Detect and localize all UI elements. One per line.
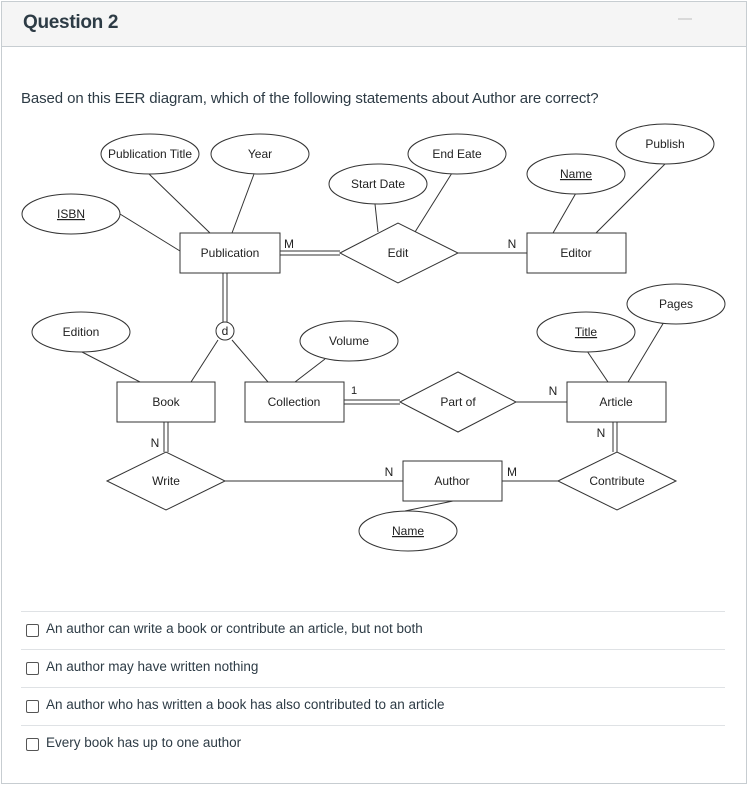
- card-collection-partof: 1: [351, 385, 357, 397]
- disjoint-label: d: [222, 324, 229, 338]
- entity-publication-label: Publication: [201, 246, 260, 260]
- answer-label[interactable]: Every book has up to one author: [46, 735, 241, 750]
- attr-start-date-label: Start Date: [351, 177, 405, 191]
- line-name-author: [404, 500, 454, 512]
- eer-diagram: Publication Title Year ISBN Start Date E…: [21, 123, 726, 552]
- line-title-article: [586, 350, 609, 383]
- card-author-contribute: M: [507, 465, 517, 479]
- answer-list: An author can write a book or contribute…: [21, 611, 725, 763]
- rel-contribute-label: Contribute: [589, 474, 645, 488]
- rel-edit-label: Edit: [388, 246, 409, 260]
- rel-write-label: Write: [152, 474, 180, 488]
- answer-option[interactable]: Every book has up to one author: [21, 725, 725, 763]
- line-year-publication: [231, 173, 255, 234]
- rel-part-of-label: Part of: [440, 395, 476, 409]
- card-partof-article: N: [549, 384, 558, 398]
- line-name-editor: [552, 192, 577, 234]
- entity-book-label: Book: [152, 395, 180, 409]
- line-edition-book: [81, 351, 141, 383]
- line-volume-collection: [294, 358, 326, 383]
- answer-label[interactable]: An author may have written nothing: [46, 659, 258, 674]
- card-write-author: N: [385, 465, 394, 479]
- answer-option[interactable]: An author who has written a book has als…: [21, 687, 725, 725]
- entity-collection-label: Collection: [268, 395, 321, 409]
- card-article-contribute: N: [597, 426, 606, 440]
- attr-volume-label: Volume: [329, 334, 369, 348]
- line-d-collection: [231, 339, 269, 383]
- card-book-write: N: [151, 436, 160, 450]
- entity-editor-label: Editor: [560, 246, 591, 260]
- answer-option[interactable]: An author can write a book or contribute…: [21, 611, 725, 649]
- line-startdate-edit: [374, 203, 379, 233]
- attr-end-date-label: End Eate: [432, 147, 482, 161]
- attr-title-label: Title: [575, 325, 598, 339]
- answer-checkbox[interactable]: [26, 624, 39, 637]
- answer-label[interactable]: An author can write a book or contribute…: [46, 621, 423, 636]
- answer-checkbox[interactable]: [26, 738, 39, 751]
- answer-checkbox[interactable]: [26, 662, 39, 675]
- answer-checkbox[interactable]: [26, 700, 39, 713]
- entity-author-label: Author: [434, 474, 469, 488]
- attr-publish-label: Publish: [645, 137, 684, 151]
- line-d-book: [190, 339, 219, 383]
- attr-author-name-label: Name: [392, 524, 424, 538]
- card-publication-edit: M: [284, 237, 294, 251]
- attr-edition-label: Edition: [63, 325, 100, 339]
- attr-pages-label: Pages: [659, 297, 693, 311]
- attr-publication-title-label: Publication Title: [108, 147, 192, 161]
- entity-article-label: Article: [599, 395, 633, 409]
- line-pubtitle-publication: [147, 172, 211, 234]
- answer-option[interactable]: An author may have written nothing: [21, 649, 725, 687]
- attr-isbn-label: ISBN: [57, 207, 85, 221]
- answer-label[interactable]: An author who has written a book has als…: [46, 697, 445, 712]
- attr-year-label: Year: [248, 147, 272, 161]
- line-isbn-publication: [119, 213, 181, 252]
- card-edit-editor: N: [508, 237, 517, 251]
- attr-editor-name-label: Name: [560, 167, 592, 181]
